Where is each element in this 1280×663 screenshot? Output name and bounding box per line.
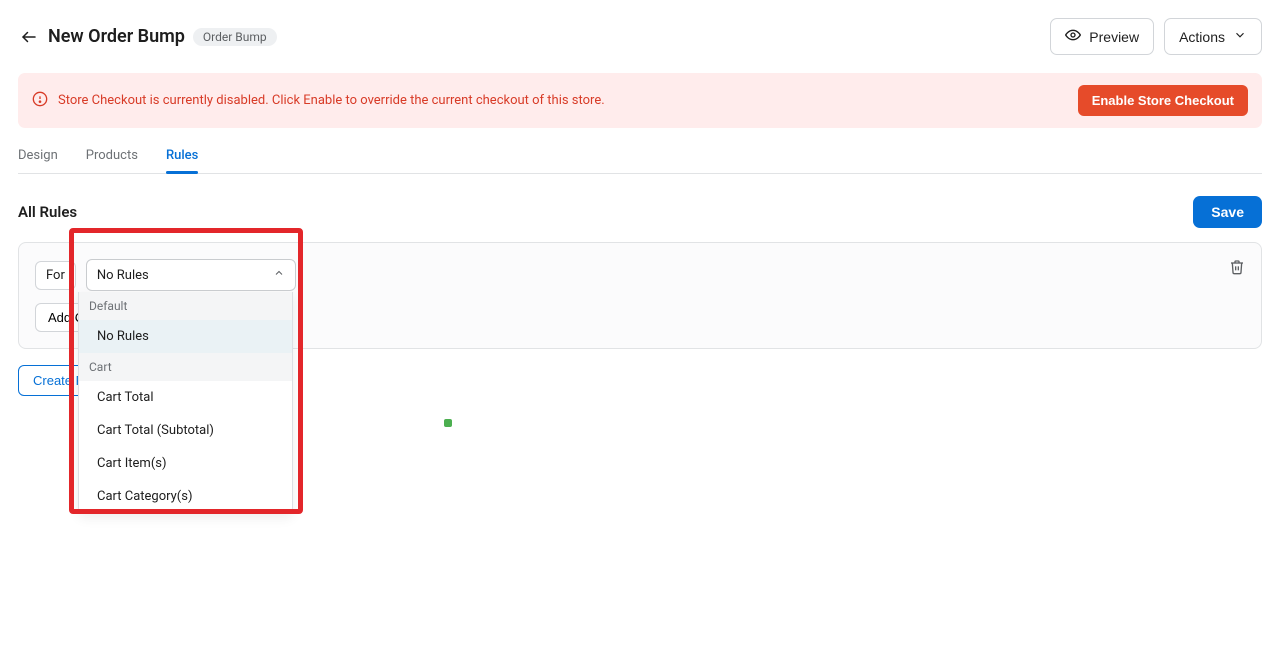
store-checkout-alert: Store Checkout is currently disabled. Cl… — [18, 73, 1262, 128]
dropdown-item-cart-total[interactable]: Cart Total — [79, 381, 292, 414]
save-button[interactable]: Save — [1193, 196, 1262, 228]
dropdown-item-no-rules[interactable]: No Rules — [79, 320, 292, 353]
preview-button[interactable]: Preview — [1050, 18, 1154, 55]
rule-card: For No Rules Add Condition Default No Ru… — [18, 242, 1262, 349]
chevron-up-icon — [273, 267, 285, 283]
dropdown-item-cart-categories[interactable]: Cart Category(s) — [79, 480, 292, 513]
alert-text: Store Checkout is currently disabled. Cl… — [58, 93, 1068, 108]
preview-label: Preview — [1089, 29, 1139, 45]
tab-products[interactable]: Products — [86, 148, 138, 173]
tab-design[interactable]: Design — [18, 148, 58, 173]
page-title: New Order Bump — [48, 26, 185, 47]
actions-button[interactable]: Actions — [1164, 18, 1262, 55]
dropdown-group-cart: Cart — [79, 353, 292, 381]
back-button[interactable] — [18, 26, 40, 48]
dropdown-item-cart-items[interactable]: Cart Item(s) — [79, 447, 292, 480]
dropdown-group-default: Default — [79, 292, 292, 320]
dropdown-item-cart-subtotal[interactable]: Cart Total (Subtotal) — [79, 414, 292, 447]
enable-store-checkout-button[interactable]: Enable Store Checkout — [1078, 85, 1248, 116]
tabs: Design Products Rules — [18, 148, 1262, 174]
rule-type-dropdown: Default No Rules Cart Cart Total Cart To… — [78, 292, 293, 514]
rules-heading: All Rules — [18, 203, 77, 221]
actions-label: Actions — [1179, 29, 1225, 45]
delete-rule-icon[interactable] — [1229, 259, 1245, 279]
select-value: No Rules — [97, 268, 149, 283]
rule-type-select[interactable]: No Rules — [86, 259, 296, 291]
entity-badge: Order Bump — [193, 28, 277, 46]
info-icon — [32, 91, 48, 111]
for-label: For — [35, 261, 76, 290]
chevron-down-icon — [1233, 28, 1247, 45]
tab-rules[interactable]: Rules — [166, 148, 198, 173]
artifact-dot — [444, 419, 452, 427]
eye-icon — [1065, 27, 1081, 46]
